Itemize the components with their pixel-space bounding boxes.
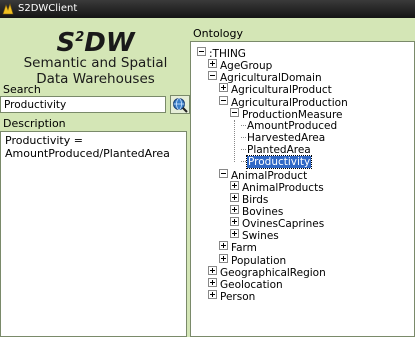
description-label: Description (3, 117, 66, 130)
expand-icon[interactable] (208, 265, 217, 275)
tree-node[interactable]: AgeGroup (208, 59, 272, 72)
expand-icon[interactable] (219, 241, 228, 251)
tree-node[interactable]: Farm (219, 241, 257, 254)
expand-icon[interactable] (230, 204, 239, 214)
tree-connector (234, 119, 235, 163)
tree-node[interactable]: ProductionMeasure (230, 107, 343, 121)
expand-icon[interactable] (230, 217, 239, 227)
tree-node[interactable]: Bovines (230, 204, 283, 218)
tree-node[interactable]: Birds (230, 192, 268, 206)
search-input[interactable] (0, 96, 166, 113)
collapse-icon[interactable] (219, 95, 228, 105)
description-text: Productivity = AmountProduced/PlantedAre… (0, 131, 187, 337)
ontology-tree[interactable]: :THING AgeGroup AgriculturalDomain Agricult… (190, 41, 415, 337)
app-icon (2, 3, 14, 15)
tree-leaf-connector (241, 149, 246, 151)
ontology-panel: Ontology :THING AgeGroup AgriculturalDomai… (190, 18, 415, 337)
collapse-icon[interactable] (208, 71, 217, 81)
tree-node[interactable]: Productivity (241, 155, 313, 170)
tree-node-label[interactable]: Person (220, 291, 255, 303)
tree-node[interactable]: AgriculturalProduction (219, 95, 348, 109)
left-panel: S2DW Semantic and Spatial Data Warehouse… (0, 18, 191, 337)
ontology-label: Ontology (193, 27, 243, 40)
tree-node[interactable]: AgriculturalProduct (219, 83, 332, 96)
tree-node-label[interactable]: HarvestedArea (247, 132, 325, 144)
search-button[interactable] (170, 95, 190, 114)
collapse-icon[interactable] (219, 168, 228, 178)
expand-icon[interactable] (230, 192, 239, 202)
tree-node-label[interactable]: PlantedArea (247, 144, 311, 156)
tree-node[interactable]: Swines (230, 229, 279, 242)
tree-node[interactable]: GeographicalRegion (208, 265, 326, 279)
expand-icon[interactable] (219, 83, 228, 93)
tree-node[interactable]: Person (208, 290, 255, 303)
tree-node-label[interactable]: AmountProduced (247, 120, 337, 132)
title-bar: S2DWClient (0, 0, 415, 18)
tree-node[interactable]: Geolocation (208, 277, 283, 291)
tree-leaf-connector (241, 137, 246, 139)
tree-node[interactable]: AgriculturalDomain (208, 71, 322, 84)
tree-node[interactable]: OvinesCaprines (230, 217, 324, 230)
tree-node[interactable]: :THING (197, 47, 246, 60)
tree-node[interactable]: HarvestedArea (241, 132, 325, 144)
expand-icon[interactable] (208, 59, 217, 69)
expand-icon[interactable] (230, 180, 239, 190)
expand-icon[interactable] (219, 253, 228, 263)
expand-icon[interactable] (208, 290, 217, 299)
search-label: Search (3, 83, 41, 96)
tree-leaf-connector (241, 124, 246, 126)
tree-node-label[interactable]: Productivity (245, 155, 313, 170)
expand-icon[interactable] (208, 277, 217, 287)
tree-node[interactable]: AmountProduced (241, 120, 337, 132)
collapse-icon[interactable] (197, 47, 206, 56)
tree-node[interactable]: PlantedArea (241, 144, 311, 156)
expand-icon[interactable] (230, 229, 239, 239)
window-title: S2DWClient (18, 3, 78, 14)
collapse-icon[interactable] (230, 107, 239, 117)
tree-node[interactable]: AnimalProducts (230, 180, 324, 194)
tree-leaf-connector (241, 161, 246, 163)
tree-node[interactable]: Population (219, 253, 286, 267)
tree-node[interactable]: AnimalProduct (219, 168, 307, 182)
subtitle-line-1: Semantic and Spatial (23, 55, 168, 71)
app-logo: S2DW (56, 28, 135, 58)
